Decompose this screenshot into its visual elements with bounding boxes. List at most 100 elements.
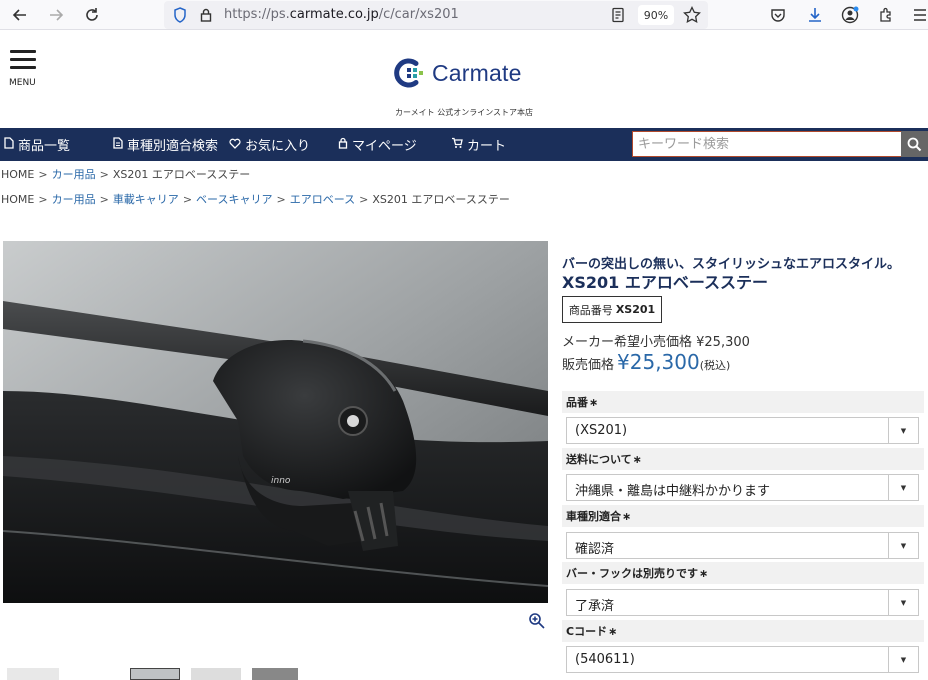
- menu-button[interactable]: MENU: [8, 48, 38, 90]
- url-path: /c/car/xs201: [378, 7, 459, 22]
- extensions-icon[interactable]: [876, 5, 896, 25]
- breadcrumb-separator: >: [38, 168, 48, 181]
- inno-badge: inno: [271, 476, 291, 486]
- download-icon[interactable]: [805, 5, 825, 25]
- tagline: カーメイト 公式オンラインストア本店: [394, 108, 534, 117]
- option-label-shipping: 送料について ∗: [562, 448, 924, 470]
- breadcrumb-separator: >: [99, 193, 109, 206]
- reader-view-icon[interactable]: [608, 5, 628, 25]
- nav-item-products[interactable]: 商品一覧: [4, 128, 70, 161]
- breadcrumb: HOME > カー用品 > XS201 エアロベースステー: [1, 166, 250, 182]
- product-title: XS201 エアロベースステー: [562, 273, 769, 292]
- breadcrumb-car-goods[interactable]: カー用品: [52, 193, 96, 206]
- select-vehicle-fit[interactable]: 確認済 ▼: [566, 532, 919, 559]
- zoom-level[interactable]: 90%: [638, 5, 674, 25]
- breadcrumb-separator: >: [182, 193, 193, 206]
- option-label-c-code: Cコード ∗: [562, 620, 924, 642]
- required-mark: ∗: [589, 395, 599, 409]
- thumbnail[interactable]: [252, 668, 298, 680]
- nav-label: カート: [467, 139, 507, 154]
- required-mark: ∗: [699, 566, 709, 580]
- product-image[interactable]: inno: [3, 241, 548, 603]
- account-icon[interactable]: [840, 5, 860, 25]
- breadcrumb-separator: >: [276, 193, 286, 206]
- address-bar[interactable]: https://ps.carmate.co.jp/c/car/xs201 90%: [164, 1, 708, 29]
- option-label-bar-hook: バー・フックは別売りです ∗: [562, 562, 924, 584]
- browser-toolbar: https://ps.carmate.co.jp/c/car/xs201 90%: [0, 0, 928, 30]
- lock-icon: [338, 137, 348, 152]
- breadcrumb-separator: >: [38, 193, 48, 206]
- sale-price-label: 販売価格: [562, 358, 615, 373]
- pocket-icon[interactable]: [768, 5, 788, 25]
- nav-item-fit-search[interactable]: 車種別適合検索: [113, 128, 218, 161]
- select-shipping[interactable]: 沖縄県・離島は中継料かかります ▼: [566, 474, 919, 501]
- select-part-number[interactable]: (XS201) ▼: [566, 417, 919, 444]
- breadcrumb-home[interactable]: HOME: [1, 193, 34, 206]
- dropdown-arrow-icon[interactable]: ▼: [888, 647, 918, 672]
- breadcrumb-base-carrier[interactable]: ベースキャリア: [196, 193, 272, 206]
- nav-item-mypage[interactable]: マイページ: [338, 128, 417, 161]
- sale-price: ¥25,300: [617, 350, 700, 374]
- select-value: 確認済: [575, 542, 615, 557]
- reload-icon[interactable]: [80, 4, 104, 26]
- select-value: 了承済: [575, 599, 615, 614]
- option-label-text: 送料について: [566, 453, 632, 466]
- hamburger-icon-line: [10, 58, 36, 61]
- dropdown-arrow-icon[interactable]: ▼: [888, 590, 918, 615]
- required-mark: ∗: [608, 624, 618, 638]
- logo-text: Carmate: [432, 59, 522, 86]
- msrp: メーカー希望小売価格 ¥25,300: [562, 335, 750, 350]
- back-icon[interactable]: [8, 4, 32, 26]
- breadcrumb-separator: >: [99, 168, 109, 181]
- bookmark-star-icon[interactable]: [682, 5, 702, 25]
- dropdown-arrow-icon[interactable]: ▼: [888, 418, 918, 443]
- shield-icon[interactable]: [170, 5, 190, 25]
- nav-item-favorites[interactable]: お気に入り: [229, 128, 310, 161]
- thumbnail[interactable]: [191, 668, 241, 680]
- thumbnail[interactable]: [7, 668, 59, 680]
- breadcrumb-category: HOME > カー用品 > 車載キャリア > ベースキャリア > エアロベース > XS201 エア…: [1, 191, 510, 207]
- breadcrumb-car-goods[interactable]: カー用品: [52, 168, 96, 181]
- thumbnail-selected[interactable]: [130, 668, 180, 680]
- hamburger-icon: [10, 50, 36, 53]
- breadcrumb-aero-base[interactable]: エアロベース: [290, 193, 355, 206]
- document-icon: [113, 137, 123, 152]
- heart-icon: [229, 138, 241, 152]
- carmate-logo-icon: [394, 58, 423, 88]
- select-value: 沖縄県・離島は中継料かかります: [575, 484, 771, 499]
- select-value: (XS201): [575, 423, 628, 438]
- nav-label: マイページ: [352, 139, 417, 154]
- nav-item-cart[interactable]: カート: [451, 128, 506, 161]
- required-mark: ∗: [632, 452, 642, 466]
- search-button[interactable]: [901, 131, 928, 157]
- dropdown-arrow-icon[interactable]: ▼: [888, 533, 918, 558]
- app-menu-icon[interactable]: [910, 5, 928, 25]
- nav-label: 商品一覧: [18, 139, 71, 154]
- keyword-search-input[interactable]: [632, 131, 902, 157]
- option-label-text: 車種別適合: [566, 510, 621, 523]
- breadcrumb-separator: >: [359, 193, 369, 206]
- breadcrumb-carrier[interactable]: 車載キャリア: [113, 193, 179, 206]
- cart-icon: [451, 137, 463, 152]
- select-value: (540611): [575, 652, 635, 667]
- forward-icon[interactable]: [44, 4, 68, 26]
- option-label-text: バー・フックは別売りです: [566, 567, 698, 580]
- breadcrumb-home[interactable]: HOME: [1, 168, 34, 181]
- breadcrumb-current: XS201 エアロベースステー: [372, 193, 510, 206]
- select-c-code[interactable]: (540611) ▼: [566, 646, 919, 673]
- dropdown-arrow-icon[interactable]: ▼: [888, 475, 918, 500]
- required-mark: ∗: [622, 509, 632, 523]
- option-label-text: Cコード: [566, 625, 608, 638]
- option-label-text: 品番: [566, 396, 588, 409]
- select-bar-hook[interactable]: 了承済 ▼: [566, 589, 919, 616]
- zoom-in-icon[interactable]: [528, 612, 546, 630]
- url-text[interactable]: https://ps.carmate.co.jp/c/car/xs201: [224, 7, 459, 22]
- lock-icon[interactable]: [196, 5, 216, 25]
- hamburger-icon-line: [10, 66, 36, 69]
- menu-label: MENU: [9, 78, 36, 88]
- nav-label: 車種別適合検索: [127, 139, 219, 154]
- breadcrumb-current: XS201 エアロベースステー: [112, 168, 251, 181]
- sale-price-row: 販売価格 ¥25,300 (税込): [562, 350, 730, 374]
- roof-carrier-photo: inno: [3, 241, 548, 603]
- site-logo[interactable]: Carmate: [392, 56, 522, 90]
